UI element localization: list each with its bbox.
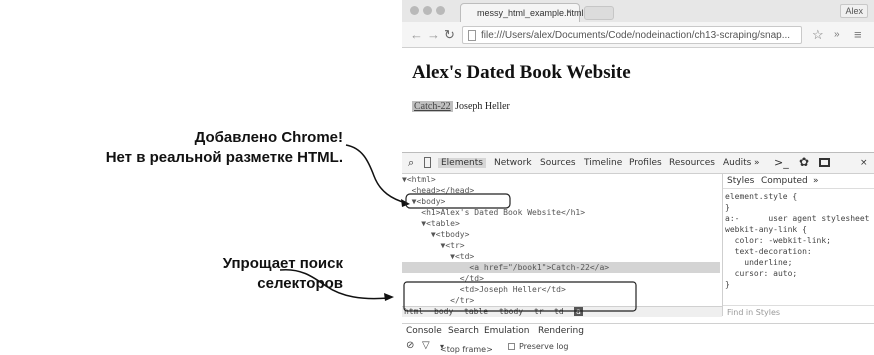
address-bar-url: file:///Users/alex/Documents/Code/nodein… [481,30,791,41]
console-drawer-icon[interactable]: >_ [774,156,789,169]
dom-node-line[interactable]: ▼<body> [402,196,446,207]
dom-node-line[interactable]: </tr> [402,295,474,306]
devtools-tabbar: ⌕ Elements Network Sources Timeline Prof… [402,153,874,174]
dom-node-line[interactable]: <h1>Alex's Dated Book Website</h1> [402,207,585,218]
tab-search[interactable]: Search [448,326,479,336]
dom-node-line[interactable]: ▼<table> [402,218,460,229]
browser-window: messy_html_example.html × Alex ← → ↻ fil… [402,0,874,355]
tab-audits[interactable]: Audits [723,158,751,168]
style-rule-line: } [725,203,730,212]
bookmark-star-icon[interactable]: ☆ [812,27,824,43]
style-rule-line: webkit-any-link { [725,225,807,234]
find-in-styles-input[interactable]: Find in Styles [723,305,874,318]
maximize-window-icon[interactable] [436,6,445,15]
elements-tree[interactable]: ▼<html> <head></head> ▼<body> <h1>Alex's… [402,174,720,306]
dom-node-line[interactable]: <td>Joseph Heller</td> [402,284,566,295]
leader-line-body [345,144,407,204]
annotation-selector-help: Упрощает поиск селекторов [223,254,343,294]
tab-timeline[interactable]: Timeline [584,158,622,168]
book-row: Catch-22 Joseph Heller [412,101,510,112]
close-devtools-icon[interactable]: × [860,158,868,168]
dom-node-line[interactable]: ▼<td> [402,251,474,262]
breadcrumb-item[interactable]: table [464,307,488,316]
minimize-window-icon[interactable] [423,6,432,15]
clear-console-icon[interactable]: ⊘ [406,340,414,351]
annotation-chrome-added-line2: Нет в реальной разметке HTML. [105,149,343,166]
page-icon [468,30,476,41]
back-icon[interactable]: ← [410,27,423,42]
tab-computed[interactable]: Computed [761,176,808,186]
breadcrumb-item[interactable]: tr [534,307,544,316]
breadcrumb-item[interactable]: html [404,307,423,316]
dom-node-line[interactable]: <a href="/book1">Catch-22</a> [402,262,720,273]
preserve-log-label: Preserve log [519,342,569,351]
styles-overflow-icon[interactable]: » [813,176,819,186]
arrowhead-selectors [384,293,394,301]
frame-select[interactable]: <top frame> ▾ [440,342,493,354]
styles-pane: Styles Computed » element.style {} a:- us… [722,174,874,318]
menu-icon[interactable]: ≡ [854,27,862,42]
annotation-chrome-added: Добавлено Chrome! Нет в реальной разметк… [106,128,343,168]
breadcrumb-item[interactable]: tbody [499,307,523,316]
breadcrumb-item[interactable]: td [554,307,564,316]
dom-node-line[interactable]: ▼<html> [402,174,436,185]
preserve-log-checkbox[interactable] [508,343,515,350]
dom-node-line[interactable]: ▼<tbody> [402,229,470,240]
tabs-overflow-icon[interactable]: » [754,158,760,168]
style-rule-line: text-decoration: [725,247,812,256]
tab-network[interactable]: Network [494,158,532,168]
annotation-chrome-added-line1: Добавлено Chrome! [194,129,343,146]
style-rule-line: cursor: auto; [725,269,798,278]
dom-node-line[interactable]: </td> [402,273,484,284]
style-rule-line: } [725,280,730,289]
tab-sources[interactable]: Sources [540,158,576,168]
device-mode-icon[interactable] [424,157,431,168]
dock-side-icon[interactable] [819,158,830,167]
dom-node-line[interactable]: <head></head> [402,185,475,196]
devtools-panel: ⌕ Elements Network Sources Timeline Prof… [402,152,874,355]
style-rule-line: element.style { [725,192,798,201]
tab-bar: messy_html_example.html × Alex [402,0,874,22]
dom-node-line[interactable]: ▼<tr> [402,240,465,251]
tab-profiles[interactable]: Profiles [629,158,662,168]
breadcrumb: html body table tbody tr td a [402,306,722,317]
tab-messy-html[interactable]: messy_html_example.html × [460,3,584,22]
new-tab-button[interactable] [584,6,614,20]
annotation-selector-line1: Упрощает поиск [222,255,343,272]
settings-gear-icon[interactable]: ✿ [799,155,809,169]
close-window-icon[interactable] [410,6,419,15]
tab-rendering[interactable]: Rendering [538,326,584,336]
filter-icon[interactable]: ▽ [422,340,430,351]
breadcrumb-item[interactable]: a [574,307,583,316]
styles-tabbar: Styles Computed » [723,174,874,189]
book-author: Joseph Heller [455,101,510,112]
tab-console[interactable]: Console [406,326,442,336]
forward-icon[interactable]: → [427,27,440,42]
profile-button[interactable]: Alex [840,4,868,18]
reload-icon[interactable]: ↻ [444,27,455,43]
page-content: Alex's Dated Book Website Catch-22 Josep… [402,48,874,152]
inspect-search-icon[interactable]: ⌕ [408,156,414,170]
page-heading: Alex's Dated Book Website [412,62,631,83]
book-link[interactable]: Catch-22 [412,101,453,112]
tab-close-icon[interactable]: × [566,7,572,18]
drawer-tabbar: Console Search Emulation Rendering [402,323,874,337]
tab-elements[interactable]: Elements [438,158,486,168]
style-rule-line: underline; [725,258,793,267]
extensions-overflow-icon[interactable]: » [834,29,840,40]
browser-toolbar: ← → ↻ file:///Users/alex/Documents/Code/… [402,22,874,48]
tab-styles[interactable]: Styles [727,176,754,186]
address-bar[interactable]: file:///Users/alex/Documents/Code/nodein… [462,26,802,44]
annotation-selector-line2: селекторов [257,275,343,292]
tab-resources[interactable]: Resources [669,158,715,168]
console-toolbar: ⊘ ▽ <top frame> ▾ Preserve log [402,339,874,354]
breadcrumb-item[interactable]: body [434,307,453,316]
style-rule-line: a:- user agent stylesheet [725,214,870,223]
tab-emulation[interactable]: Emulation [484,326,529,336]
style-rule-line: color: -webkit-link; [725,236,831,245]
